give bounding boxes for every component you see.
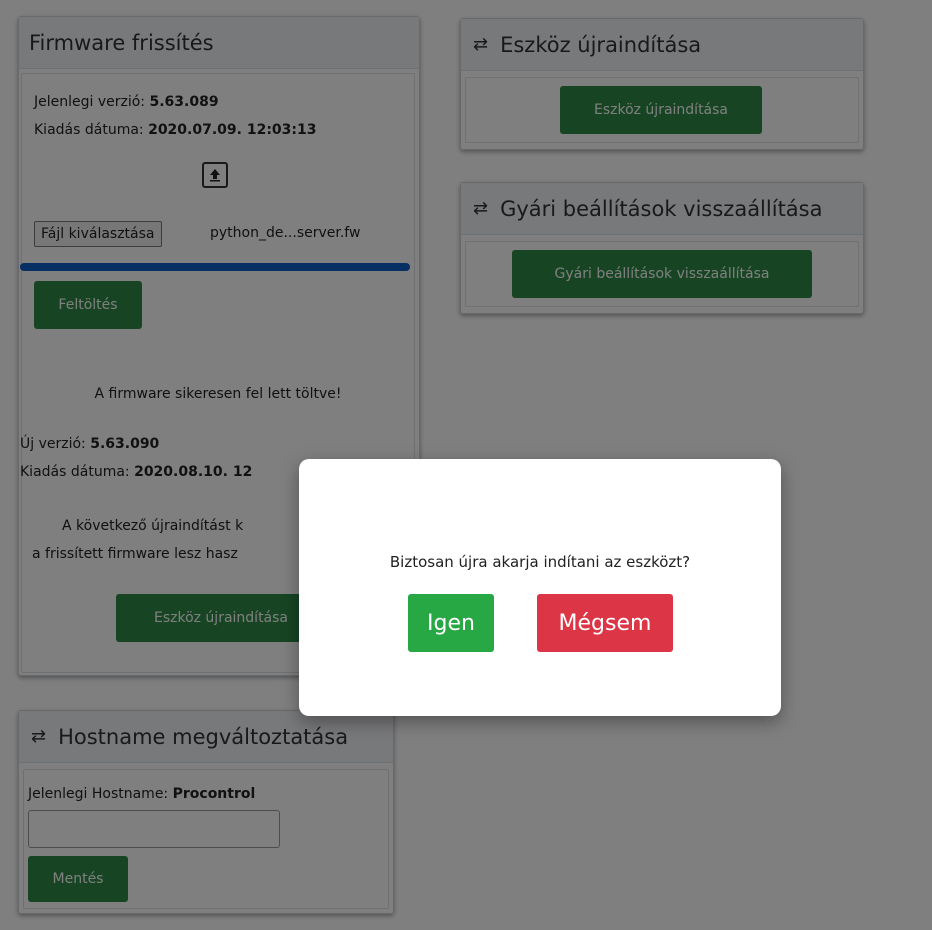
confirm-dialog: Biztosan újra akarja indítani az eszközt… [299, 459, 781, 716]
confirm-yes-button[interactable]: Igen [408, 594, 494, 652]
confirm-cancel-button[interactable]: Mégsem [537, 594, 673, 652]
confirm-question: Biztosan újra akarja indítani az eszközt… [389, 553, 691, 571]
